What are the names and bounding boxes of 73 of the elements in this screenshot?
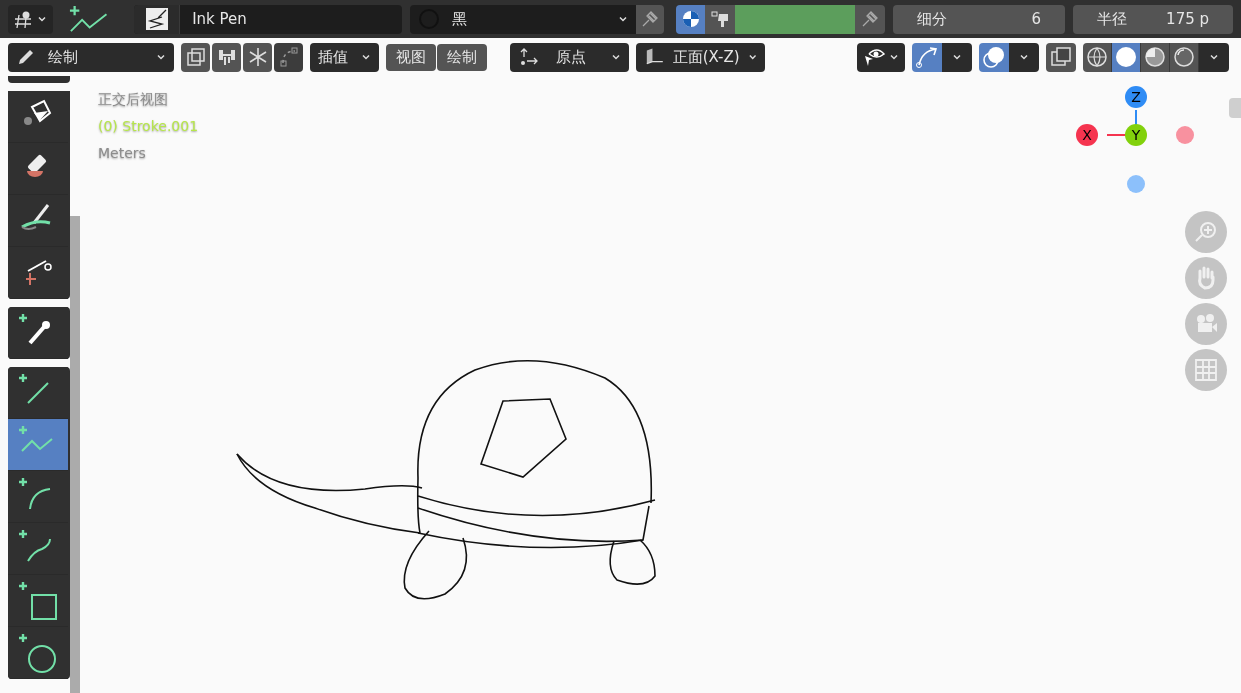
toolbar-button[interactable] (212, 42, 241, 72)
overlay-circles-icon (981, 45, 1007, 69)
chevron-icon (1019, 52, 1029, 62)
toolbar-button[interactable] (243, 42, 272, 72)
pin-button[interactable] (635, 4, 664, 34)
snowflake-icon (247, 47, 268, 67)
shading-button[interactable] (1112, 42, 1141, 72)
chevron-icon (1209, 52, 1219, 62)
chevron-icon (617, 14, 628, 24)
dropdown-button[interactable] (1199, 42, 1229, 72)
pin-stand-icon (13, 9, 34, 29)
chevron-icon (37, 14, 48, 24)
chevron-icon (889, 52, 899, 62)
color-mode-button[interactable] (676, 4, 705, 34)
menu-button[interactable]: 绘制 (437, 43, 487, 71)
overlay-toggle[interactable] (979, 42, 1009, 72)
curve-arrow-icon (914, 45, 940, 69)
box-tool-icon (18, 580, 58, 621)
solid-sphere-icon (1115, 46, 1137, 68)
toolbar-button[interactable] (274, 42, 303, 72)
menu-button[interactable]: 视图 (386, 43, 436, 71)
color-swatch[interactable] (735, 4, 855, 34)
chevron-icon (747, 52, 757, 62)
chevron-icon (361, 52, 371, 62)
units-label: Meters (98, 144, 147, 163)
overlay-toggle[interactable] (1046, 42, 1076, 72)
view-name: 正交后视图 (98, 90, 169, 109)
number-field[interactable]: 半径 175 p (1073, 4, 1233, 34)
material-name: 黑 (452, 8, 469, 30)
dashed-curve-icon (278, 47, 299, 67)
globe-icon (1086, 46, 1108, 68)
dropdown-button[interactable] (942, 42, 972, 72)
orientation-dropdown[interactable]: 正面(X-Z) (636, 42, 765, 72)
mode-menu[interactable] (8, 4, 53, 34)
pivot-dropdown[interactable]: 原点 (510, 42, 629, 72)
shaded-sphere-icon (1144, 46, 1166, 68)
scroll-handle[interactable] (1229, 98, 1241, 118)
object-name: (0) Stroke.001 (98, 117, 199, 136)
pivot-arrows-icon (518, 46, 540, 68)
visibility-dropdown[interactable] (857, 42, 905, 72)
material-selector[interactable]: 黑 (410, 4, 636, 34)
axis-label[interactable]: Y (1125, 124, 1147, 146)
shading-button[interactable] (1170, 42, 1199, 72)
paint-drip-icon (710, 9, 730, 29)
chevron-icon (952, 52, 962, 62)
copy-squares-icon (185, 47, 206, 67)
shading-button[interactable] (1083, 42, 1112, 72)
toolbar-edge (8, 76, 70, 83)
dumbbell-icon (216, 47, 237, 67)
pin-button[interactable] (855, 4, 885, 34)
grid-icon (1193, 357, 1219, 383)
number-field[interactable]: 细分 6 (893, 4, 1065, 34)
xray-squares-icon (1049, 45, 1073, 69)
glossy-sphere-icon (1173, 46, 1195, 68)
shading-button[interactable] (1141, 42, 1170, 72)
color-wheel-icon (680, 9, 701, 29)
axis-label[interactable]: Z (1125, 86, 1147, 108)
vertex-paint-button[interactable] (705, 4, 735, 34)
tool-button[interactable] (8, 367, 68, 419)
overlay-toggle[interactable] (912, 42, 942, 72)
circle-tool-icon (18, 632, 58, 673)
brush-thumbnail-icon (145, 8, 168, 30)
axis-label[interactable]: X (1076, 124, 1098, 146)
pencil-icon (16, 47, 36, 67)
toolbar-button[interactable] (181, 42, 210, 72)
pin-icon (860, 9, 880, 29)
mode-dropdown[interactable]: 绘制 (8, 42, 174, 72)
chevron-icon (611, 52, 621, 62)
brush-selector[interactable]: Ink Pen (134, 4, 403, 34)
brush-name: Ink Pen (192, 8, 247, 30)
chevron-icon (156, 52, 166, 62)
dropdown-button[interactable] (1009, 42, 1039, 72)
interpolate-dropdown[interactable]: 插值 (310, 42, 379, 72)
